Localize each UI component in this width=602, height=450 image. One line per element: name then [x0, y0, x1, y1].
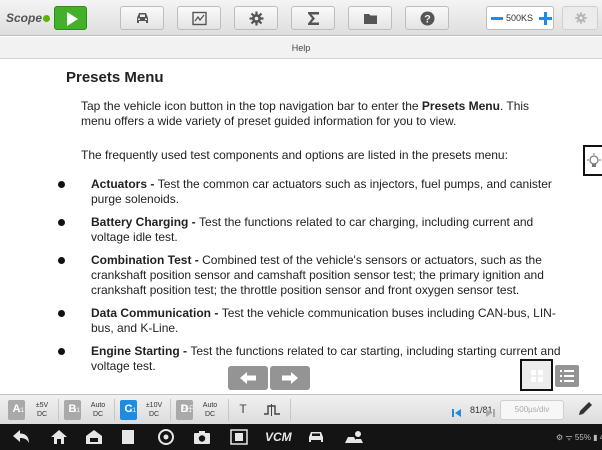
waveform-button[interactable] [177, 6, 221, 30]
channel-b-settings[interactable]: Auto DC [84, 401, 112, 419]
timebase-value: 500KS [506, 13, 534, 23]
remote-support-icon[interactable] [344, 429, 364, 445]
skip-back-icon [452, 409, 461, 417]
side-panel-toggle[interactable] [583, 145, 602, 176]
zoom-fit-button[interactable] [520, 359, 553, 391]
scope-logo: Scope [6, 11, 51, 25]
vehicle-button[interactable] [120, 6, 164, 30]
channel-bar: Ax1 ±5V DC Bx1 Auto DC Cx1 ±10V DC Dx1 DLC A… [0, 394, 602, 424]
list-item: Combination Test - Combined test of the … [58, 253, 563, 298]
next-page-button[interactable] [270, 366, 310, 390]
camera-icon[interactable] [193, 429, 211, 445]
files-button[interactable] [348, 6, 392, 30]
help-button[interactable]: ? [405, 6, 449, 30]
divider [228, 399, 229, 421]
recent-apps-icon[interactable] [120, 429, 136, 445]
pulse-icon [264, 404, 280, 416]
play-button[interactable] [54, 6, 87, 30]
divider [170, 399, 171, 421]
lightbulb-icon [587, 153, 601, 167]
list-item: Engine Starting - Test the functions rel… [58, 344, 563, 374]
home-icon[interactable] [50, 429, 68, 445]
divider [114, 399, 115, 421]
vcm-icon[interactable]: VCM [265, 430, 292, 444]
list-view-button[interactable] [555, 365, 579, 387]
sigma-icon [308, 12, 319, 25]
math-button[interactable] [291, 6, 335, 30]
list-item: Actuators - Test the common car actuator… [58, 177, 563, 207]
status-indicators: ⚙ ᯤ 55% ▮ 4:3 [556, 433, 602, 442]
timebase-minus-button[interactable] [491, 10, 503, 27]
section-heading: Presets Menu [66, 69, 164, 86]
trigger-button[interactable]: T [233, 402, 253, 418]
help-content: Presets Menu Tap the vehicle icon button… [0, 60, 602, 394]
toolbar-settings-button[interactable] [562, 6, 598, 30]
intro-paragraph: Tap the vehicle icon button in the top n… [81, 99, 530, 128]
bullet-icon [58, 219, 65, 226]
list-item: Data Communication - Test the vehicle co… [58, 306, 563, 336]
previous-page-button[interactable] [228, 366, 268, 390]
timebase-control: 500KS [486, 6, 554, 30]
help-icon: ? [420, 11, 435, 26]
skip-forward-icon [486, 409, 495, 417]
channel-a-settings[interactable]: ±5V DC [28, 401, 56, 419]
first-frame-button[interactable] [452, 405, 464, 417]
bullet-icon [58, 181, 65, 188]
car-icon [137, 13, 148, 23]
annotate-button[interactable] [577, 401, 597, 419]
list-item: Battery Charging - Test the functions re… [58, 215, 563, 245]
gear-icon [249, 11, 264, 26]
timebase-plus-button[interactable] [539, 11, 552, 26]
bullet-icon [58, 348, 65, 355]
list-intro-paragraph: The frequently used test components and … [81, 148, 508, 162]
back-icon[interactable] [12, 429, 30, 445]
help-title-bar: Help [0, 37, 602, 59]
bullet-icon [58, 310, 65, 317]
car-service-icon[interactable] [307, 429, 325, 445]
divider [290, 399, 291, 421]
settings-icon [575, 12, 587, 24]
divider [58, 399, 59, 421]
arrow-left-icon [240, 372, 256, 384]
folder-icon [364, 14, 377, 24]
channel-c-button[interactable]: Cx1 [120, 400, 137, 420]
help-title: Help [291, 43, 311, 53]
channel-c-settings[interactable]: ±10V DC [140, 401, 168, 419]
time-per-division[interactable]: 500µs/div [500, 400, 564, 420]
vehicle-home-icon[interactable] [85, 429, 103, 445]
settings-gear-button[interactable] [234, 6, 278, 30]
chart-icon [192, 11, 207, 26]
svg-text:?: ? [424, 14, 431, 26]
channel-a-button[interactable]: Ax1 [8, 400, 25, 420]
pen-icon [579, 402, 592, 415]
presets-list: Actuators - Test the common car actuator… [58, 177, 563, 382]
bullet-icon [58, 257, 65, 264]
dlc-badge: DLC [182, 405, 193, 411]
screen-capture-icon[interactable] [230, 429, 248, 445]
system-navigation-bar: VCM ⚙ ᯤ 55% ▮ 4:3 [0, 424, 602, 450]
last-frame-button[interactable] [485, 405, 497, 417]
channel-b-button[interactable]: Bx1 [64, 400, 81, 420]
fit-icon [531, 370, 543, 382]
list-icon [560, 370, 574, 382]
channel-d-button[interactable]: Dx1 DLC [176, 400, 193, 420]
scope-toolbar: Scope ? 500KS [0, 0, 602, 36]
arrow-right-icon [282, 372, 298, 384]
channel-d-settings[interactable]: Auto DC [196, 401, 224, 419]
browser-icon[interactable] [158, 429, 174, 445]
pulse-trigger-button[interactable] [263, 403, 283, 417]
